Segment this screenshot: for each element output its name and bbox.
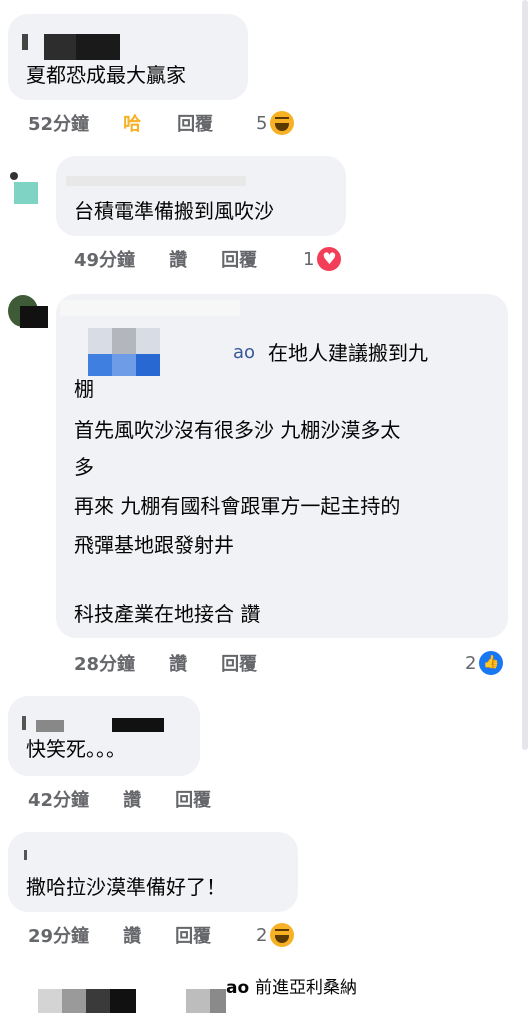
mention-redaction <box>186 989 210 1013</box>
comment-bubble: ao 在地人建議搬到九 棚 首先風吹沙沒有很多沙 九棚沙漠多太 多 再來 九棚有… <box>56 294 508 638</box>
mention-redaction <box>112 328 136 354</box>
like-icon <box>479 651 504 675</box>
comment-bubble: 台積電準備搬到風吹沙 <box>56 156 346 236</box>
like-button[interactable]: 讚 <box>169 246 187 272</box>
haha-icon <box>270 923 295 947</box>
mention-redaction <box>136 354 160 376</box>
name-redaction <box>66 176 246 186</box>
mention-link[interactable]: ao <box>226 973 249 1003</box>
comment-time[interactable]: 49分鐘 <box>74 246 135 272</box>
like-button[interactable]: 讚 <box>123 786 141 812</box>
reply-button[interactable]: 回覆 <box>221 246 257 272</box>
comment-text-line: 棚 <box>74 377 94 401</box>
comment-text-line: 在地人建議搬到九 <box>268 341 428 365</box>
reaction-summary[interactable]: 2 <box>465 649 504 677</box>
reaction-count: 1 <box>303 248 315 270</box>
comment-meta: 42分鐘 讚 回覆 <box>28 785 211 813</box>
comment-meta: 49分鐘 讚 回覆 <box>74 245 257 273</box>
mention-link[interactable]: ao <box>233 338 255 368</box>
like-button[interactable]: 讚 <box>169 650 187 676</box>
name-redaction <box>38 989 62 1013</box>
reaction-summary[interactable]: 1 <box>303 245 342 273</box>
reply-button[interactable]: 回覆 <box>177 110 213 136</box>
react-button[interactable]: 哈 <box>123 110 141 136</box>
name-redaction <box>60 300 240 316</box>
comment-text-line: 飛彈基地跟發射井 <box>74 533 234 557</box>
mention-redaction <box>88 328 112 354</box>
name-redaction <box>86 989 110 1013</box>
avatar-redaction <box>14 182 38 204</box>
reaction-count: 2 <box>465 652 477 674</box>
comment-text: 撒哈拉沙漠準備好了！ <box>26 875 226 899</box>
comment-time[interactable]: 28分鐘 <box>74 650 135 676</box>
comment-bubble: 夏都恐成最大贏家 <box>8 14 248 100</box>
comment-time[interactable]: 29分鐘 <box>28 922 89 948</box>
avatar[interactable] <box>10 172 18 180</box>
mention-redaction <box>210 989 226 1013</box>
name-redaction <box>62 989 86 1013</box>
name-redaction <box>76 34 120 60</box>
comment-text: 快笑死。。。 <box>26 737 126 761</box>
reaction-count: 2 <box>256 924 268 946</box>
reply-button[interactable]: 回覆 <box>221 650 257 676</box>
haha-icon <box>270 111 295 135</box>
reaction-summary[interactable]: 5 <box>256 109 295 137</box>
comment-bubble: 撒哈拉沙漠準備好了！ <box>8 832 298 912</box>
reaction-summary[interactable]: 2 <box>256 921 295 949</box>
comment-meta: 29分鐘 讚 回覆 <box>28 921 211 949</box>
comment-text: 台積電準備搬到風吹沙 <box>74 199 274 223</box>
name-redaction <box>22 34 28 50</box>
comment-text-line: 首先風吹沙沒有很多沙 九棚沙漠多太 <box>74 418 401 442</box>
reply-button[interactable]: 回覆 <box>175 786 211 812</box>
like-button[interactable]: 讚 <box>123 922 141 948</box>
comment-text-line: 多 <box>74 455 94 479</box>
mention-redaction <box>112 354 136 376</box>
comment-meta: 52分鐘 哈 回覆 <box>28 109 213 137</box>
name-redaction <box>36 720 64 732</box>
name-redaction <box>22 716 26 730</box>
comment-text: 夏都恐成最大贏家 <box>26 63 186 87</box>
name-redaction <box>110 989 136 1013</box>
scrollbar[interactable] <box>522 0 528 750</box>
comment-meta: 28分鐘 讚 回覆 <box>74 649 257 677</box>
comment-text-line: 科技產業在地接合 讚 <box>74 602 261 626</box>
mention-redaction <box>88 354 112 376</box>
comment-time[interactable]: 42分鐘 <box>28 786 89 812</box>
reaction-count: 5 <box>256 112 268 134</box>
comment-bubble: 快笑死。。。 <box>8 696 200 776</box>
comment-time[interactable]: 52分鐘 <box>28 110 89 136</box>
love-icon <box>317 247 342 271</box>
comment-text-line: 再來 九棚有國科會跟軍方一起主持的 <box>74 494 401 518</box>
avatar-redaction <box>20 306 48 328</box>
name-redaction <box>112 718 164 732</box>
name-redaction <box>24 850 27 860</box>
reply-text: 前進亞利桑納 <box>255 978 357 998</box>
reply-button[interactable]: 回覆 <box>175 922 211 948</box>
mention-redaction <box>136 328 160 354</box>
